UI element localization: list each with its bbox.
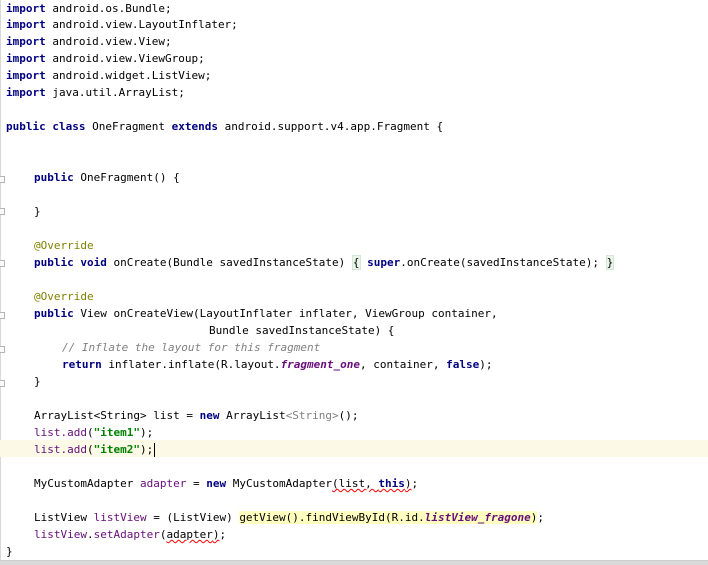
fold-marker-icon[interactable] [0,260,5,267]
code-line-brace: } [6,545,13,558]
code-line-list-declaration: ArrayList<String> list = new ArrayList<S… [34,409,359,422]
fold-marker-icon[interactable] [0,380,5,387]
code-line-brace: } [34,205,41,218]
code-line-constructor: public OneFragment() { [34,171,180,184]
fold-marker-icon[interactable] [0,312,5,319]
code-line-oncreate: public void onCreate(Bundle savedInstanc… [34,255,615,270]
code-line-adapter-declaration: MyCustomAdapter adapter = new MyCustomAd… [34,477,419,490]
error-underline[interactable]: adapter) [166,528,219,541]
code-line-annotation: @Override [34,239,94,252]
code-line-import: import android.view.LayoutInflater; [6,18,238,31]
code-line-annotation: @Override [34,290,94,303]
code-line-import: import android.view.View; [6,35,172,48]
fold-marker-icon[interactable] [0,176,5,183]
gutter-border [0,0,1,560]
warning-highlight[interactable]: getView().findViewById(R.id.listView_fra… [239,511,538,524]
code-line-import: import android.os.Bundle; [6,2,172,15]
code-line-brace: } [34,375,41,388]
code-line-class-declaration: public class OneFragment extends android… [6,120,444,133]
code-line-oncreateview-params: Bundle savedInstanceState) { [209,324,395,337]
code-line-comment: // Inflate the layout for this fragment [62,341,321,354]
code-line-list-add: list.add("item2"); [34,443,156,457]
text-caret [154,443,156,457]
scrollbar-thumb[interactable] [0,561,708,565]
fold-marker-icon[interactable] [0,208,5,215]
code-line-oncreateview: public View onCreateView(LayoutInflater … [34,307,498,320]
code-line-import: import android.view.ViewGroup; [6,52,205,65]
code-editor[interactable]: import android.os.Bundle; import android… [0,0,708,560]
code-line-import: import android.widget.ListView; [6,69,212,82]
fold-marker-icon[interactable] [0,346,5,353]
error-underline[interactable]: (list, this) [332,477,411,490]
horizontal-scrollbar[interactable] [0,560,708,565]
code-line-return: return inflater.inflate(R.layout.fragmen… [62,358,493,371]
code-line-import: import java.util.ArrayList; [6,86,185,99]
code-line-setadapter: listView.setAdapter(adapter); [34,528,227,541]
code-line-list-add: list.add("item1"); [34,426,154,439]
code-line-listview-declaration: ListView listView = (ListView) getView()… [34,511,544,524]
